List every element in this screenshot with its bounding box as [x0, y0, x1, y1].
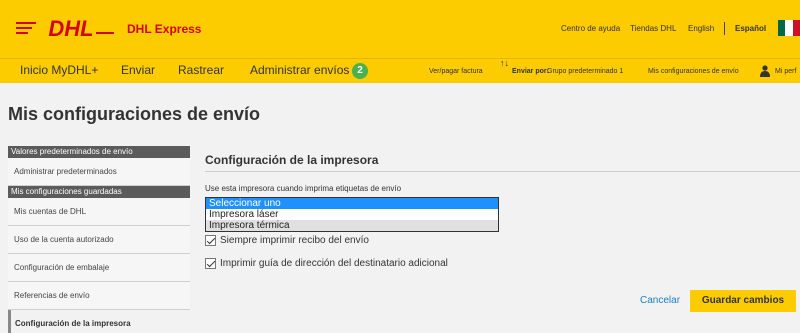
nav-home[interactable]: Inicio MyDHL+ [20, 63, 98, 77]
sidebar-item-manage-defaults[interactable]: Administrar predeterminados [8, 158, 190, 186]
nav-send[interactable]: Enviar [121, 63, 155, 77]
nav-profile[interactable]: Mi perf [775, 68, 796, 75]
sidebar-item-dhl-accounts[interactable]: Mis cuentas de DHL [8, 198, 190, 226]
flag-stripe-red [792, 20, 800, 36]
checkbox-row-address-guide[interactable]: Imprimir guía de dirección del destinata… [205, 256, 448, 270]
checkbox-print-receipt[interactable] [205, 234, 216, 246]
sidebar-item-printer-settings[interactable]: Configuración de la impresora [8, 310, 190, 333]
user-icon[interactable] [760, 65, 770, 77]
nav-shipping-settings[interactable]: Mis configuraciones de envío [648, 68, 739, 75]
nav-track[interactable]: Rastrear [178, 63, 224, 77]
section-title: Configuración de la impresora [205, 153, 379, 167]
nav-ship-by-label: Enviar por: [512, 68, 549, 75]
page-title: Mis configuraciones de envío [8, 104, 261, 124]
nav-pay-invoice[interactable]: Ver/pagar factura [429, 68, 483, 75]
printer-select-dropdown[interactable]: Seleccionar uno Impresora láser Impresor… [205, 197, 499, 232]
link-dhl-stores[interactable]: Tiendas DHL [630, 24, 676, 33]
sort-icon: ↑↓ [500, 58, 509, 68]
printer-option-thermal[interactable]: Impresora térmica [206, 220, 498, 231]
checkbox-address-guide[interactable] [205, 257, 216, 269]
main-nav: Inicio MyDHL+ Enviar Rastrear Administra… [0, 58, 800, 83]
sidebar: Valores predeterminados de envío Adminis… [8, 146, 190, 333]
top-bar: DHL DHL Express Centro de ayuda Tiendas … [0, 0, 800, 58]
sidebar-item-packaging[interactable]: Configuración de embalaje [8, 254, 190, 282]
sidebar-section-saved-settings: Mis configuraciones guardadas [8, 186, 190, 198]
sidebar-item-authorized-account[interactable]: Uso de la cuenta autorizado [8, 226, 190, 254]
link-espanol[interactable]: Español [735, 24, 766, 33]
link-help-center[interactable]: Centro de ayuda [561, 24, 620, 33]
checkbox-print-receipt-label: Siempre imprimir recibo del envío [220, 234, 369, 246]
printer-option-laser[interactable]: Impresora láser [206, 209, 498, 220]
dhl-logo-text: DHL [48, 16, 93, 40]
divider [724, 22, 725, 35]
cancel-button[interactable]: Cancelar [640, 295, 680, 306]
mexico-flag-icon[interactable] [778, 20, 800, 36]
dhl-logo[interactable]: DHL [16, 16, 114, 40]
flag-stripe-white [785, 20, 793, 36]
save-changes-button[interactable]: Guardar cambios [690, 290, 796, 312]
printer-select-label: Use esta impresora cuando imprima etique… [205, 184, 402, 193]
checkbox-row-print-receipt[interactable]: Siempre imprimir recibo del envío [205, 233, 369, 247]
nav-ship-by-value[interactable]: Grupo predeterminado 1 [547, 68, 623, 75]
printer-option-select-one[interactable]: Seleccionar uno [206, 198, 498, 209]
brand-name: DHL Express [127, 22, 202, 36]
sidebar-item-shipment-references[interactable]: Referencias de envío [8, 282, 190, 310]
checkbox-address-guide-label: Imprimir guía de dirección del destinata… [220, 257, 448, 269]
nav-manage-shipments[interactable]: Administrar envíos [250, 63, 349, 77]
sidebar-section-defaults: Valores predeterminados de envío [8, 146, 190, 158]
flag-stripe-green [778, 20, 786, 36]
link-english[interactable]: English [688, 24, 714, 33]
section-divider [205, 171, 800, 172]
nav-badge-count: 2 [352, 63, 368, 79]
